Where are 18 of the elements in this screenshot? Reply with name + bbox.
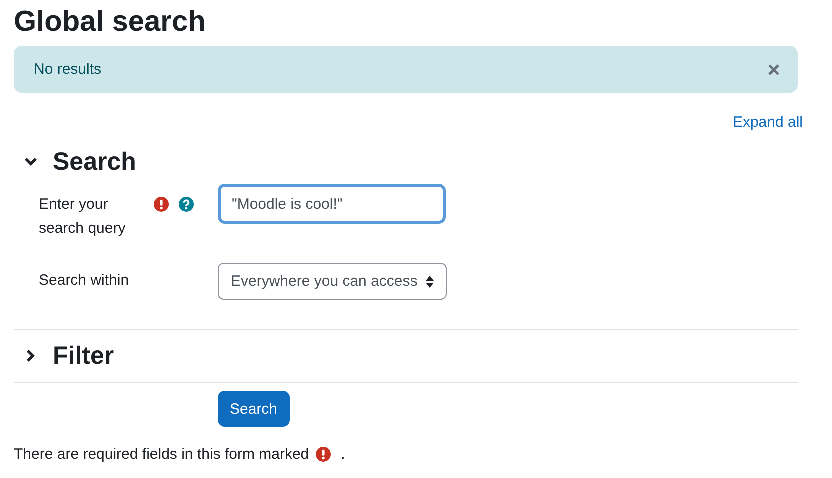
alert-message: No results bbox=[34, 61, 102, 78]
page-title: Global search bbox=[14, 5, 207, 40]
field-label: Enter your search query bbox=[39, 195, 127, 239]
search-button[interactable]: Search bbox=[218, 391, 290, 427]
required-icon bbox=[154, 197, 169, 212]
field-label: Search within bbox=[39, 271, 130, 291]
search-query-field[interactable]: "Moodle is cool!" bbox=[218, 184, 446, 224]
expand-all-link[interactable]: Expand all bbox=[732, 114, 803, 131]
search-scope-select[interactable]: Everywhere you can access bbox=[218, 263, 447, 300]
close-button[interactable] bbox=[768, 64, 780, 76]
help-icon[interactable] bbox=[179, 197, 194, 212]
close-icon bbox=[768, 64, 780, 76]
sort-arrows-icon bbox=[426, 276, 434, 288]
required-fields-note: There are required fields in this form marked bbox=[14, 446, 310, 463]
footer-period: . bbox=[341, 446, 346, 463]
section-heading[interactable]: Search bbox=[53, 148, 136, 176]
section-heading[interactable]: Filter bbox=[53, 342, 114, 370]
required-icon bbox=[316, 447, 332, 462]
